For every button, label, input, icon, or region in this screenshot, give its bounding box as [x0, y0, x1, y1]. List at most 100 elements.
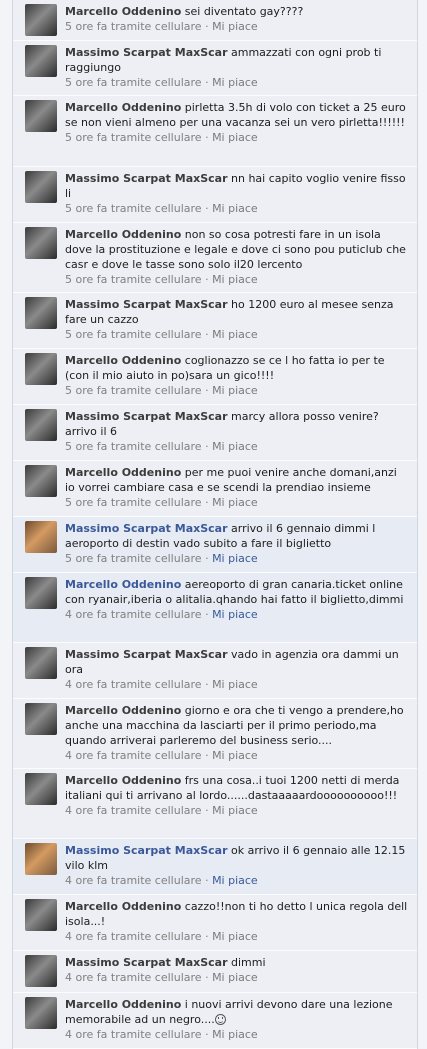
comment-time[interactable]: 5 ore fa tramite cellulare [65, 440, 202, 453]
like-link[interactable]: Mi piace [212, 202, 258, 215]
like-link[interactable]: Mi piace [212, 874, 258, 887]
avatar[interactable] [25, 521, 57, 553]
meta-separator: · [205, 930, 209, 943]
like-link[interactable]: Mi piace [212, 552, 258, 565]
like-link[interactable]: Mi piace [212, 496, 258, 509]
avatar[interactable] [25, 227, 57, 259]
comment-item: Marcello Oddenino pirletta 3.5h di volo … [13, 96, 417, 167]
comment-time[interactable]: 4 ore fa tramite cellulare [65, 874, 202, 887]
like-link[interactable]: Mi piace [212, 131, 258, 144]
avatar[interactable] [25, 997, 57, 1029]
comment-author[interactable]: Massimo Scarpat MaxScar [65, 648, 228, 661]
meta-separator: · [205, 608, 209, 621]
like-link[interactable]: Mi piace [212, 76, 258, 89]
comment-time[interactable]: 4 ore fa tramite cellulare [65, 1028, 202, 1041]
comment-author[interactable]: Marcello Oddenino [65, 998, 181, 1011]
comment-time[interactable]: 5 ore fa tramite cellulare [65, 496, 202, 509]
comment-time[interactable]: 4 ore fa tramite cellulare [65, 608, 202, 621]
comment-author[interactable]: Marcello Oddenino [65, 5, 181, 18]
avatar[interactable] [25, 4, 57, 36]
comment-author[interactable]: Massimo Scarpat MaxScar [65, 410, 228, 423]
comment-author[interactable]: Marcello Oddenino [65, 101, 181, 114]
comment-author[interactable]: Massimo Scarpat MaxScar [65, 172, 228, 185]
meta-separator: · [205, 749, 209, 762]
meta-separator: · [205, 874, 209, 887]
comment-item: Massimo Scarpat MaxScar dimmi 4 ore fa t… [13, 951, 417, 993]
comment-text: dimmi [231, 956, 266, 969]
meta-separator: · [205, 678, 209, 691]
like-link[interactable]: Mi piace [212, 804, 258, 817]
like-link[interactable]: Mi piace [212, 930, 258, 943]
comment-time[interactable]: 4 ore fa tramite cellulare [65, 930, 202, 943]
comment-item: Marcello Oddenino per me puoi venire anc… [13, 461, 417, 517]
like-link[interactable]: Mi piace [212, 20, 258, 33]
avatar[interactable] [25, 773, 57, 805]
meta-separator: · [205, 440, 209, 453]
comment-author[interactable]: Marcello Oddenino [65, 228, 181, 241]
like-link[interactable]: Mi piace [212, 273, 258, 286]
like-link[interactable]: Mi piace [212, 971, 258, 984]
comment-time[interactable]: 5 ore fa tramite cellulare [65, 76, 202, 89]
like-link[interactable]: Mi piace [212, 608, 258, 621]
meta-separator: · [205, 76, 209, 89]
avatar[interactable] [25, 171, 57, 203]
comment-author[interactable]: Massimo Scarpat MaxScar [65, 522, 228, 535]
avatar[interactable] [25, 899, 57, 931]
comment-author[interactable]: Marcello Oddenino [65, 354, 181, 367]
like-link[interactable]: Mi piace [212, 1028, 258, 1041]
comment-author[interactable]: Massimo Scarpat MaxScar [65, 956, 228, 969]
avatar[interactable] [25, 100, 57, 132]
like-link[interactable]: Mi piace [212, 384, 258, 397]
comment-time[interactable]: 5 ore fa tramite cellulare [65, 131, 202, 144]
avatar[interactable] [25, 45, 57, 77]
smiley-icon [214, 1014, 226, 1025]
avatar[interactable] [25, 465, 57, 497]
like-link[interactable]: Mi piace [212, 678, 258, 691]
avatar[interactable] [25, 843, 57, 875]
comment-text: sei diventato gay???? [184, 5, 304, 18]
comment-time[interactable]: 4 ore fa tramite cellulare [65, 971, 202, 984]
comment-item: Marcello Oddenino cazzo!!non ti ho detto… [13, 895, 417, 951]
meta-separator: · [205, 273, 209, 286]
comment-time[interactable]: 5 ore fa tramite cellulare [65, 20, 202, 33]
comment-item: Marcello Oddenino frs una cosa..i tuoi 1… [13, 769, 417, 839]
comment-author[interactable]: Marcello Oddenino [65, 704, 181, 717]
comment-author[interactable]: Marcello Oddenino [65, 774, 181, 787]
like-link[interactable]: Mi piace [212, 440, 258, 453]
comment-time[interactable]: 5 ore fa tramite cellulare [65, 273, 202, 286]
comment-item: Marcello Oddenino non so cosa potresti f… [13, 223, 417, 293]
avatar[interactable] [25, 409, 57, 441]
comment-author[interactable]: Marcello Oddenino [65, 900, 181, 913]
comment-time[interactable]: 4 ore fa tramite cellulare [65, 678, 202, 691]
comment-author[interactable]: Marcello Oddenino [65, 466, 181, 479]
comment-time[interactable]: 5 ore fa tramite cellulare [65, 328, 202, 341]
avatar[interactable] [25, 647, 57, 679]
comment-item: Massimo Scarpat MaxScar ammazzati con og… [13, 41, 417, 96]
like-link[interactable]: Mi piace [212, 328, 258, 341]
comment-author[interactable]: Massimo Scarpat MaxScar [65, 298, 228, 311]
avatar[interactable] [25, 297, 57, 329]
comment-author[interactable]: Massimo Scarpat MaxScar [65, 46, 228, 59]
comment-item: Marcello Oddenino i nuovi arrivi devono … [13, 993, 417, 1049]
comment-item: Massimo Scarpat MaxScar marcy allora pos… [13, 405, 417, 461]
like-link[interactable]: Mi piace [212, 749, 258, 762]
avatar[interactable] [25, 353, 57, 385]
comment-time[interactable]: 4 ore fa tramite cellulare [65, 804, 202, 817]
avatar[interactable] [25, 577, 57, 609]
avatar[interactable] [25, 955, 57, 987]
meta-separator: · [205, 328, 209, 341]
meta-separator: · [205, 804, 209, 817]
comment-item: Massimo Scarpat MaxScar vado in agenzia … [13, 643, 417, 699]
comment-author[interactable]: Marcello Oddenino [65, 578, 181, 591]
comment-item: Massimo Scarpat MaxScar nn hai capito vo… [13, 167, 417, 223]
comment-item: Massimo Scarpat MaxScar arrivo il 6 genn… [13, 517, 417, 573]
comment-item: Marcello Oddenino coglionazzo se ce l ho… [13, 349, 417, 405]
comment-author[interactable]: Massimo Scarpat MaxScar [65, 844, 228, 857]
comment-time[interactable]: 5 ore fa tramite cellulare [65, 384, 202, 397]
comment-time[interactable]: 4 ore fa tramite cellulare [65, 749, 202, 762]
comment-time[interactable]: 5 ore fa tramite cellulare [65, 552, 202, 565]
meta-separator: · [205, 384, 209, 397]
meta-separator: · [205, 971, 209, 984]
comment-time[interactable]: 5 ore fa tramite cellulare [65, 202, 202, 215]
avatar[interactable] [25, 703, 57, 735]
